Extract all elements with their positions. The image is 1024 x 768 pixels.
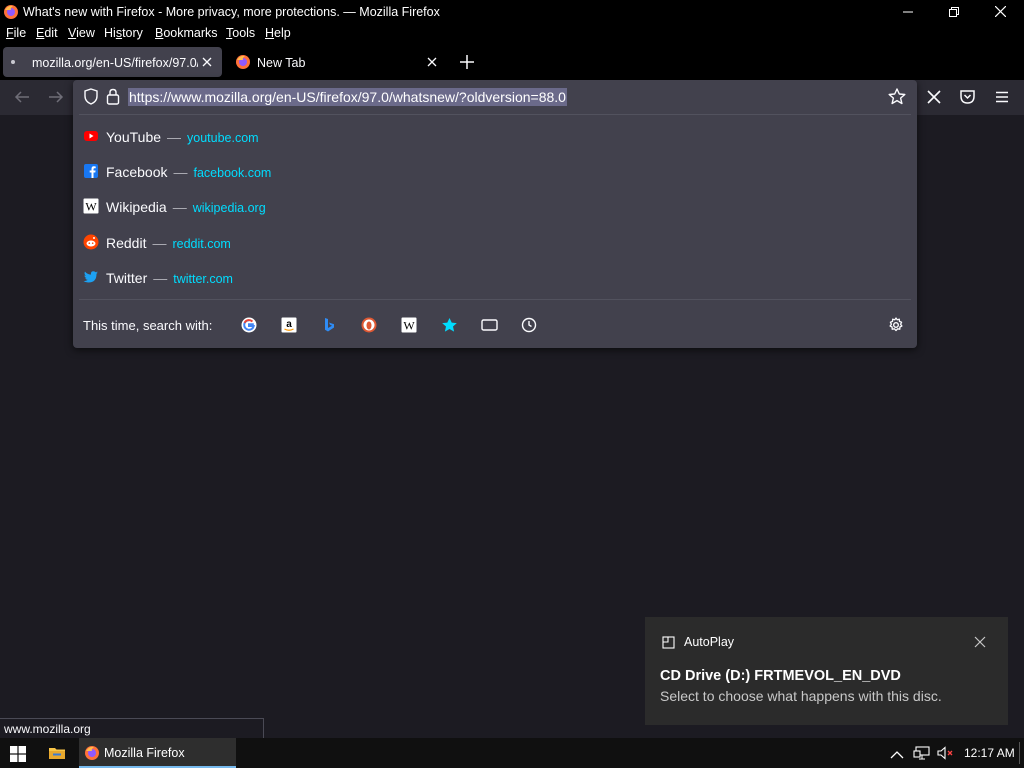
facebook-icon	[83, 163, 99, 179]
window-titlebar: What's new with Firefox - More privacy, …	[0, 0, 1024, 23]
twitter-icon	[83, 269, 99, 285]
urlbar[interactable]: https://www.mozilla.org/en-US/firefox/97…	[73, 80, 917, 113]
close-window-button[interactable]	[977, 0, 1023, 23]
hamburger-menu-icon[interactable]	[994, 89, 1010, 110]
menu-file[interactable]: File	[6, 26, 26, 40]
taskbar-firefox-app[interactable]: Mozilla Firefox	[79, 738, 236, 768]
svg-text:W: W	[403, 319, 415, 333]
show-desktop-strip[interactable]	[1019, 742, 1020, 764]
lock-icon[interactable]	[106, 88, 120, 110]
amazon-icon[interactable]: a	[280, 316, 298, 334]
close-tab-icon[interactable]	[426, 56, 438, 68]
suggestion-title: Wikipedia	[106, 199, 167, 215]
restore-button[interactable]	[931, 0, 977, 23]
minimize-button[interactable]	[885, 0, 931, 23]
tab-label: mozilla.org/en-US/firefox/97.0/	[32, 56, 198, 70]
search-settings-gear-icon[interactable]	[887, 316, 905, 334]
back-arrow-icon[interactable]	[13, 89, 31, 110]
wikipedia-icon[interactable]: W	[400, 316, 418, 334]
notification-body: Select to choose what happens with this …	[660, 688, 942, 704]
bookmark-star-icon[interactable]	[888, 88, 906, 110]
pocket-icon[interactable]	[959, 89, 976, 110]
suggestion-url: youtube.com	[187, 131, 259, 145]
menu-tools[interactable]: Tools	[226, 26, 255, 40]
youtube-icon	[83, 128, 99, 144]
suggestion-youtube[interactable]: YouTube — youtube.com	[73, 122, 917, 152]
firefox-icon	[3, 4, 19, 23]
close-notification-icon[interactable]	[974, 635, 986, 653]
menu-help[interactable]: Help	[265, 26, 291, 40]
suggestion-wikipedia[interactable]: W Wikipedia — wikipedia.org	[73, 192, 917, 222]
search-divider	[79, 299, 911, 300]
suggestion-title: Twitter	[106, 270, 148, 286]
menu-edit[interactable]: Edit	[36, 26, 58, 40]
notification-app-name: AutoPlay	[684, 635, 735, 649]
window-title: What's new with Firefox - More privacy, …	[23, 5, 440, 19]
menu-bar: File Edit View History Bookmarks Tools H…	[0, 23, 1024, 44]
firefox-icon	[235, 54, 251, 73]
google-icon[interactable]	[240, 316, 258, 334]
network-icon[interactable]	[913, 746, 930, 765]
suggestion-title: YouTube	[106, 129, 162, 145]
volume-muted-icon[interactable]	[937, 746, 954, 765]
suggestion-url: wikipedia.org	[192, 201, 266, 215]
duckduckgo-icon[interactable]	[360, 316, 378, 334]
suggestion-reddit[interactable]: Reddit — reddit.com	[73, 228, 917, 258]
shield-icon[interactable]	[83, 88, 99, 110]
autoplay-icon	[662, 636, 675, 654]
menu-bookmarks[interactable]: Bookmarks	[155, 26, 218, 40]
autoplay-notification[interactable]: AutoPlay CD Drive (D:) FRTMEVOL_EN_DVD S…	[645, 617, 1008, 725]
windows-taskbar: Mozilla Firefox 12:17 AM	[0, 738, 1024, 768]
urlbar-divider	[79, 114, 911, 115]
suggestion-twitter[interactable]: Twitter — twitter.com	[73, 263, 917, 293]
svg-text:W: W	[85, 200, 97, 214]
notification-heading: CD Drive (D:) FRTMEVOL_EN_DVD	[660, 668, 901, 684]
new-tab-plus-icon[interactable]	[459, 54, 475, 75]
suggestion-title: Reddit	[106, 235, 147, 251]
stop-x-icon[interactable]	[926, 89, 942, 110]
close-tab-icon[interactable]	[201, 56, 213, 68]
taskbar-clock: 12:17 AM	[964, 746, 1015, 760]
tray-chevron-up-icon[interactable]	[890, 747, 904, 765]
search-with-label: This time, search with:	[83, 318, 213, 333]
bookmarks-star-icon[interactable]	[440, 316, 458, 334]
menu-view[interactable]: View	[68, 26, 95, 40]
suggestion-facebook[interactable]: Facebook — facebook.com	[73, 157, 917, 187]
tab-new-tab[interactable]: New Tab	[226, 47, 446, 77]
forward-arrow-icon[interactable]	[47, 89, 65, 110]
reddit-icon	[83, 234, 99, 250]
tab-mozilla[interactable]: mozilla.org/en-US/firefox/97.0/	[3, 47, 222, 77]
url-suggestions-panel: https://www.mozilla.org/en-US/firefox/97…	[73, 80, 917, 348]
suggestion-url: reddit.com	[172, 237, 231, 251]
suggestion-url: facebook.com	[193, 166, 272, 180]
tab-bar: mozilla.org/en-US/firefox/97.0/ New Tab	[0, 44, 1024, 80]
tabs-icon[interactable]	[480, 316, 498, 334]
taskbar-app-label: Mozilla Firefox	[104, 746, 185, 760]
url-input[interactable]: https://www.mozilla.org/en-US/firefox/97…	[128, 88, 567, 106]
tab-label: New Tab	[257, 56, 306, 70]
firefox-icon	[84, 745, 100, 764]
status-url-overlay: www.mozilla.org	[0, 718, 264, 739]
history-clock-icon[interactable]	[520, 316, 538, 334]
suggestion-title: Facebook	[106, 164, 168, 180]
file-explorer-icon[interactable]	[48, 745, 66, 766]
suggestion-url: twitter.com	[173, 272, 233, 286]
svg-text:a: a	[286, 319, 292, 330]
tab-dot-icon	[11, 60, 15, 64]
bing-icon[interactable]	[320, 316, 338, 334]
windows-start-icon[interactable]	[10, 746, 26, 767]
wikipedia-icon: W	[83, 198, 99, 214]
status-url-text: www.mozilla.org	[4, 722, 91, 736]
menu-history[interactable]: History	[104, 26, 143, 40]
